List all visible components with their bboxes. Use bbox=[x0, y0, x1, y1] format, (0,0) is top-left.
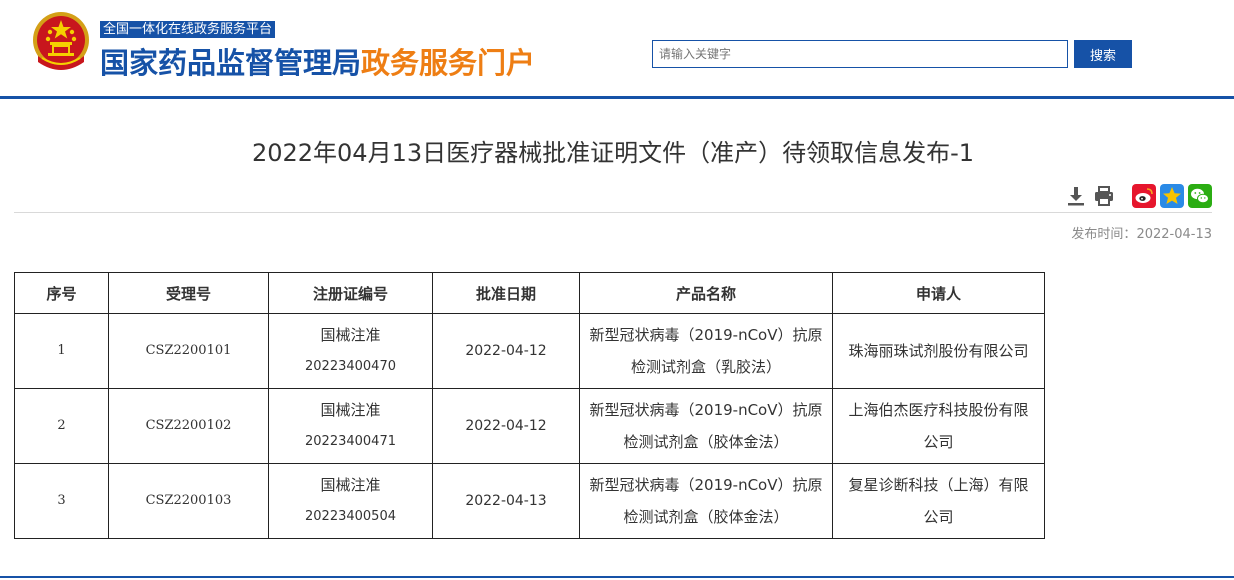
applicant-line-1: 珠海丽珠试剂股份有限公司 bbox=[848, 342, 1029, 360]
footer-rule bbox=[0, 576, 1234, 578]
cell-seq: 1 bbox=[14, 313, 109, 389]
qzone-icon[interactable] bbox=[1160, 184, 1184, 208]
publish-label: 发布时间： bbox=[1071, 227, 1137, 242]
table-row: 3 CSZ2200103 国械注准 20223400504 2022-04-13 … bbox=[14, 463, 1045, 539]
cell-applicant: 珠海丽珠试剂股份有限公司 bbox=[832, 313, 1045, 389]
product-line-2: 检测试剂盒（乳胶法） bbox=[630, 358, 781, 376]
site-title[interactable]: 国家药品监督管理局政务服务门户 bbox=[100, 40, 535, 82]
cell-reg-no: 国械注准 20223400471 bbox=[268, 388, 433, 464]
reg-no-number: 20223400504 bbox=[305, 509, 396, 524]
article-tools bbox=[1064, 184, 1214, 208]
cell-accept-no: CSZ2200101 bbox=[108, 313, 269, 389]
applicant-line-1: 复星诊断科技（上海）有限 bbox=[848, 476, 1029, 494]
table-row: 1 CSZ2200101 国械注准 20223400470 2022-04-12 … bbox=[14, 313, 1045, 389]
cell-date: 2022-04-13 bbox=[432, 463, 580, 539]
table-row: 2 CSZ2200102 国械注准 20223400471 2022-04-12 … bbox=[14, 388, 1045, 464]
site-title-main: 国家药品监督管理局 bbox=[100, 46, 362, 80]
weibo-icon[interactable] bbox=[1132, 184, 1156, 208]
header-seq: 序号 bbox=[14, 272, 109, 314]
publish-date: 2022-04-13 bbox=[1136, 227, 1212, 242]
applicant-line-1: 上海伯杰医疗科技股份有限 bbox=[848, 401, 1029, 419]
header-accept-no: 受理号 bbox=[108, 272, 269, 314]
site-title-accent: 政务服务门户 bbox=[361, 46, 536, 80]
platform-tag: 全国一体化在线政务服务平台 bbox=[100, 21, 276, 38]
cell-product: 新型冠状病毒（2019-nCoV）抗原 检测试剂盒（乳胶法） bbox=[579, 313, 833, 389]
product-line-1: 新型冠状病毒（2019-nCoV）抗原 bbox=[589, 401, 823, 419]
applicant-line-2: 公司 bbox=[923, 508, 954, 526]
product-line-2: 检测试剂盒（胶体金法） bbox=[623, 433, 789, 451]
cell-applicant: 复星诊断科技（上海）有限 公司 bbox=[832, 463, 1045, 539]
header-rule bbox=[0, 96, 1234, 99]
cell-reg-no: 国械注准 20223400470 bbox=[268, 313, 433, 389]
search-input[interactable] bbox=[652, 40, 1068, 68]
table-header-row: 序号 受理号 注册证编号 批准日期 产品名称 申请人 bbox=[14, 272, 1045, 314]
reg-no-prefix: 国械注准 bbox=[320, 476, 381, 494]
product-line-1: 新型冠状病毒（2019-nCoV）抗原 bbox=[589, 476, 823, 494]
reg-no-prefix: 国械注准 bbox=[320, 401, 381, 419]
reg-no-number: 20223400470 bbox=[305, 359, 396, 374]
cell-seq: 2 bbox=[14, 388, 109, 464]
cell-accept-no: CSZ2200103 bbox=[108, 463, 269, 539]
title-divider bbox=[14, 212, 1212, 213]
cell-date: 2022-04-12 bbox=[432, 313, 580, 389]
publish-info: 发布时间：2022-04-13 bbox=[1071, 223, 1212, 242]
search-button[interactable]: 搜索 bbox=[1074, 40, 1132, 68]
records-table: 序号 受理号 注册证编号 批准日期 产品名称 申请人 1 CSZ2200101 … bbox=[14, 272, 1045, 539]
download-icon[interactable] bbox=[1064, 184, 1088, 208]
national-emblem-icon bbox=[33, 12, 89, 70]
cell-date: 2022-04-12 bbox=[432, 388, 580, 464]
reg-no-prefix: 国械注准 bbox=[320, 326, 381, 344]
cell-accept-no: CSZ2200102 bbox=[108, 388, 269, 464]
cell-product: 新型冠状病毒（2019-nCoV）抗原 检测试剂盒（胶体金法） bbox=[579, 388, 833, 464]
cell-seq: 3 bbox=[14, 463, 109, 539]
header-reg-no: 注册证编号 bbox=[268, 272, 433, 314]
cell-applicant: 上海伯杰医疗科技股份有限 公司 bbox=[832, 388, 1045, 464]
header-applicant: 申请人 bbox=[832, 272, 1045, 314]
article-title: 2022年04月13日医疗器械批准证明文件（准产）待领取信息发布-1 bbox=[251, 139, 975, 167]
header-date: 批准日期 bbox=[432, 272, 580, 314]
applicant-line-2: 公司 bbox=[923, 433, 954, 451]
print-icon[interactable] bbox=[1092, 184, 1116, 208]
product-line-2: 检测试剂盒（胶体金法） bbox=[623, 508, 789, 526]
reg-no-number: 20223400471 bbox=[305, 434, 396, 449]
wechat-icon[interactable] bbox=[1188, 184, 1212, 208]
site-header: 全国一体化在线政务服务平台 国家药品监督管理局政务服务门户 搜索 bbox=[0, 0, 1234, 96]
header-product: 产品名称 bbox=[579, 272, 833, 314]
cell-reg-no: 国械注准 20223400504 bbox=[268, 463, 433, 539]
cell-product: 新型冠状病毒（2019-nCoV）抗原 检测试剂盒（胶体金法） bbox=[579, 463, 833, 539]
product-line-1: 新型冠状病毒（2019-nCoV）抗原 bbox=[589, 326, 823, 344]
